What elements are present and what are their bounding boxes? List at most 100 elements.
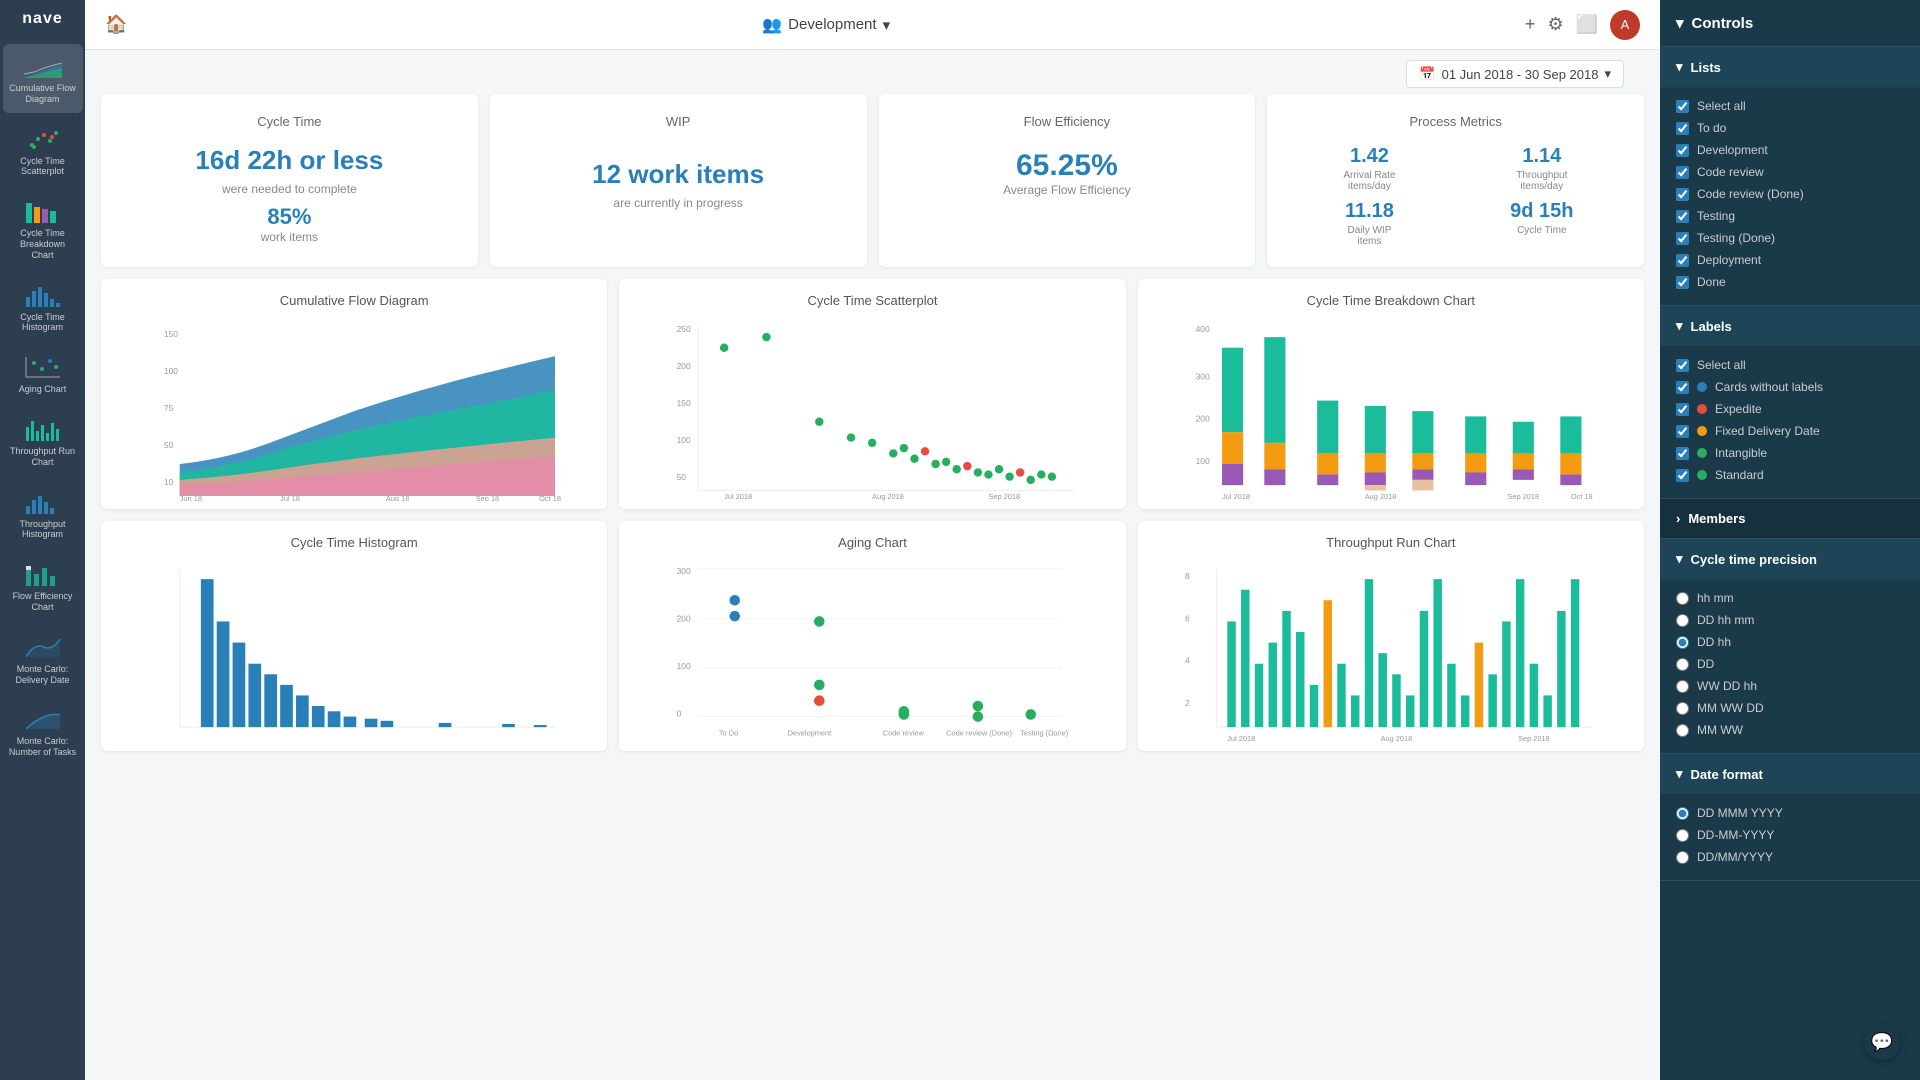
list-testing-done[interactable]: Testing (Done) [1676,227,1904,249]
controls-panel: ▾ Controls ▾ Lists Select all To do Deve… [1660,0,1920,1080]
list-select-all[interactable]: Select all [1676,95,1904,117]
list-testing-checkbox[interactable] [1676,210,1689,223]
list-code-review-done[interactable]: Code review (Done) [1676,183,1904,205]
breakdown-chart[interactable]: Cycle Time Breakdown Chart 400 300 200 1… [1138,279,1644,509]
label-standard[interactable]: Standard [1676,464,1904,486]
dateformat-ddmmyyyy-slash[interactable]: DD/MM/YYYY [1676,846,1904,868]
list-todo[interactable]: To do [1676,117,1904,139]
svg-text:Jun 18: Jun 18 [180,494,202,501]
precision-ddhh[interactable]: DD hh [1676,631,1904,653]
svg-text:Sep 18: Sep 18 [476,494,499,501]
lists-section-header[interactable]: ▾ Lists [1660,47,1920,87]
avatar[interactable]: A [1610,10,1640,40]
sidebar-item-flow-efficiency[interactable]: Flow EfficiencyChart [3,552,83,621]
list-testing[interactable]: Testing [1676,205,1904,227]
svg-text:50: 50 [164,440,174,450]
label-intangible[interactable]: Intangible [1676,442,1904,464]
sidebar-item-breakdown[interactable]: Cycle TimeBreakdown Chart [3,189,83,268]
sidebar-item-histogram[interactable]: Cycle TimeHistogram [3,273,83,342]
ct-histogram-chart[interactable]: Cycle Time Histogram [101,521,607,751]
precision-hhmm[interactable]: hh mm [1676,587,1904,609]
precision-ddhh-label: DD hh [1697,635,1731,649]
sidebar-item-scatterplot[interactable]: Cycle TimeScatterplot [3,117,83,186]
label-fixed-delivery[interactable]: Fixed Delivery Date [1676,420,1904,442]
dateformat-ddmmyyyy-slash-label: DD/MM/YYYY [1697,850,1773,864]
chevron-down-icon: ▾ [1676,318,1683,334]
flow-efficiency-icon [23,560,63,588]
throughput-chart[interactable]: Throughput Run Chart 8 6 4 2 [1138,521,1644,751]
labels-section-header[interactable]: ▾ Labels [1660,306,1920,346]
label-expedite-checkbox[interactable] [1676,403,1689,416]
dateformat-ddmmyyyy-radio[interactable] [1676,829,1689,842]
precision-mmww-radio[interactable] [1676,724,1689,737]
add-icon[interactable]: + [1525,14,1536,35]
svg-text:Aug 2018: Aug 2018 [1364,492,1396,501]
list-todo-checkbox[interactable] [1676,122,1689,135]
label-fixed-delivery-checkbox[interactable] [1676,425,1689,438]
members-section-header[interactable]: › Members [1660,499,1920,538]
precision-mmww[interactable]: MM WW [1676,719,1904,741]
home-icon[interactable]: 🏠 [105,14,127,35]
label-select-all[interactable]: Select all [1676,354,1904,376]
label-cards-no-labels[interactable]: Cards without labels [1676,376,1904,398]
monitor-icon[interactable]: ⬜ [1576,14,1598,35]
sidebar-label-monte-delivery: Monte Carlo:Delivery Date [15,664,69,686]
list-deployment-checkbox[interactable] [1676,254,1689,267]
precision-wwddhh-radio[interactable] [1676,680,1689,693]
precision-dd[interactable]: DD [1676,653,1904,675]
cfd-chart[interactable]: Cumulative Flow Diagram 150 100 75 50 10 [101,279,607,509]
label-expedite[interactable]: Expedite [1676,398,1904,420]
label-intangible-label: Intangible [1715,446,1767,460]
list-development[interactable]: Development [1676,139,1904,161]
precision-content: hh mm DD hh mm DD hh DD WW DD hh MM WW D… [1660,579,1920,753]
sidebar-item-throughput-hist[interactable]: ThroughputHistogram [3,480,83,549]
list-done-checkbox[interactable] [1676,276,1689,289]
precision-hhmm-radio[interactable] [1676,592,1689,605]
sidebar-item-cfd[interactable]: Cumulative FlowDiagram [3,44,83,113]
list-select-all-checkbox[interactable] [1676,100,1689,113]
dateformat-ddmmmyyyy[interactable]: DD MMM YYYY [1676,802,1904,824]
svg-text:200: 200 [677,361,691,371]
chat-button[interactable]: 💬 [1864,1024,1900,1060]
dateformat-ddmmyyyy-slash-radio[interactable] [1676,851,1689,864]
process-metrics-card: Process Metrics 1.42 Arrival Rateitems/d… [1267,94,1644,267]
sidebar-item-throughput-run[interactable]: Throughput RunChart [3,407,83,476]
precision-ddhhmm[interactable]: DD hh mm [1676,609,1904,631]
sidebar-item-monte-tasks[interactable]: Monte Carlo:Number of Tasks [3,697,83,766]
metrics-row: Cycle Time 16d 22h or less were needed t… [101,94,1644,267]
process-cycle-time-value: 9d 15h [1460,200,1624,223]
date-format-section-header[interactable]: ▾ Date format [1660,754,1920,794]
svg-text:...: ... [1052,729,1058,738]
date-range-button[interactable]: 📅 01 Jun 2018 - 30 Sep 2018 ▾ [1406,60,1624,88]
scatterplot-chart[interactable]: Cycle Time Scatterplot 250 200 150 100 5… [619,279,1125,509]
project-selector[interactable]: 👥 Development ▾ [762,15,890,35]
precision-wwddhh[interactable]: WW DD hh [1676,675,1904,697]
cfd-icon [23,52,63,80]
label-intangible-checkbox[interactable] [1676,447,1689,460]
list-development-checkbox[interactable] [1676,144,1689,157]
settings-icon[interactable]: ⚙ [1547,14,1563,35]
precision-section-header[interactable]: ▾ Cycle time precision [1660,539,1920,579]
aging-chart[interactable]: Aging Chart 300 200 100 0 [619,521,1125,751]
label-standard-checkbox[interactable] [1676,469,1689,482]
precision-ddhh-radio[interactable] [1676,636,1689,649]
precision-mmwwdd[interactable]: MM WW DD [1676,697,1904,719]
sidebar-item-monte-delivery[interactable]: Monte Carlo:Delivery Date [3,625,83,694]
precision-mmwwdd-radio[interactable] [1676,702,1689,715]
list-code-review-done-checkbox[interactable] [1676,188,1689,201]
list-deployment[interactable]: Deployment [1676,249,1904,271]
dateformat-ddmmyyyy[interactable]: DD-MM-YYYY [1676,824,1904,846]
list-code-review-checkbox[interactable] [1676,166,1689,179]
list-code-review[interactable]: Code review [1676,161,1904,183]
date-format-label: Date format [1691,767,1763,782]
precision-dd-radio[interactable] [1676,658,1689,671]
dateformat-ddmmmyyyy-radio[interactable] [1676,807,1689,820]
precision-ddhhmm-radio[interactable] [1676,614,1689,627]
label-cards-no-labels-checkbox[interactable] [1676,381,1689,394]
list-done[interactable]: Done [1676,271,1904,293]
list-testing-done-checkbox[interactable] [1676,232,1689,245]
flow-efficiency-value: 65.25% [899,149,1236,183]
label-select-all-checkbox[interactable] [1676,359,1689,372]
sidebar-item-aging[interactable]: Aging Chart [3,345,83,403]
svg-text:8: 8 [1185,571,1190,581]
